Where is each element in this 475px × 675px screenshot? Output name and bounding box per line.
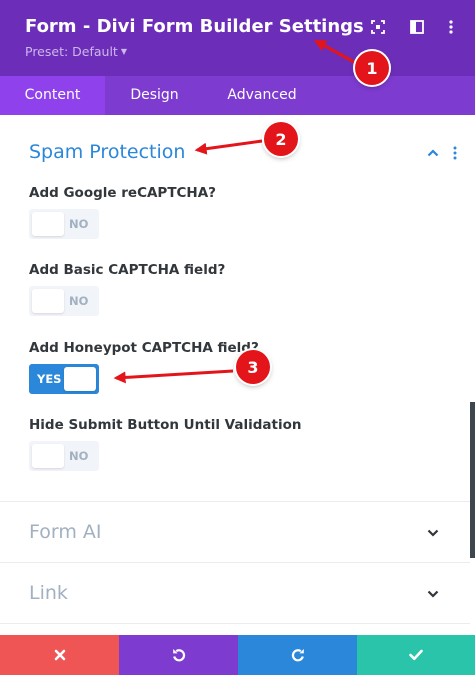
annotation-badge-3: 3: [236, 350, 270, 384]
modal-header: Form - Divi Form Builder Settings Preset…: [0, 0, 475, 76]
field-label-basic-captcha: Add Basic CAPTCHA field?: [29, 262, 226, 278]
tab-bar: Content Design Advanced: [0, 76, 475, 115]
preset-selector[interactable]: Preset: Default ▼: [25, 44, 127, 59]
tab-design[interactable]: Design: [117, 76, 192, 115]
chevron-up-icon[interactable]: [424, 145, 442, 161]
toggle-knob: [32, 212, 64, 236]
field-label-honeypot-captcha: Add Honeypot CAPTCHA field?: [29, 340, 259, 356]
annotation-badge-2: 2: [264, 122, 298, 156]
section-divider: [0, 501, 470, 502]
chevron-down-icon[interactable]: [424, 586, 442, 602]
toggle-honeypot-captcha[interactable]: YES: [29, 364, 99, 394]
section-title-spam-protection[interactable]: Spam Protection: [29, 141, 185, 163]
more-options-icon[interactable]: [442, 18, 460, 36]
section-title-form-ai[interactable]: Form AI: [29, 521, 102, 543]
settings-body: Spam Protection Add Google reCAPTCHA? NO…: [0, 115, 470, 635]
toggle-knob: [32, 289, 64, 313]
section-divider: [0, 562, 470, 563]
toggle-google-recaptcha[interactable]: NO: [29, 209, 99, 239]
footer-actions: [0, 635, 475, 675]
caret-down-icon: ▼: [120, 47, 127, 56]
modal-title: Form - Divi Form Builder Settings: [25, 16, 364, 37]
redo-button[interactable]: [238, 635, 357, 675]
check-icon: [409, 649, 423, 661]
toggle-state-label: NO: [69, 294, 89, 308]
annotation-badge-1: 1: [355, 51, 389, 85]
toggle-hide-submit-button[interactable]: NO: [29, 441, 99, 471]
section-options-icon[interactable]: [451, 145, 459, 161]
tab-advanced[interactable]: Advanced: [215, 76, 309, 115]
toggle-knob: [32, 444, 64, 468]
field-label-google-recaptcha: Add Google reCAPTCHA?: [29, 185, 217, 201]
sidebar-icon[interactable]: [408, 18, 426, 36]
save-button[interactable]: [357, 635, 475, 675]
toggle-basic-captcha[interactable]: NO: [29, 286, 99, 316]
close-icon: [54, 649, 65, 661]
section-title-link[interactable]: Link: [29, 582, 68, 604]
undo-icon: [172, 649, 185, 662]
discard-button[interactable]: [0, 635, 119, 675]
toggle-state-label: YES: [37, 372, 62, 386]
toggle-state-label: NO: [69, 217, 89, 231]
chevron-down-icon[interactable]: [424, 525, 442, 541]
toggle-state-label: NO: [69, 449, 89, 463]
tab-content[interactable]: Content: [0, 76, 105, 115]
section-divider: [0, 623, 470, 624]
scrollbar[interactable]: [470, 402, 475, 558]
undo-button[interactable]: [119, 635, 238, 675]
redo-icon: [291, 649, 304, 662]
toggle-knob: [64, 367, 96, 391]
expand-icon[interactable]: [369, 18, 387, 36]
preset-label: Preset: Default: [25, 44, 118, 59]
field-label-hide-submit-button: Hide Submit Button Until Validation: [29, 417, 302, 433]
